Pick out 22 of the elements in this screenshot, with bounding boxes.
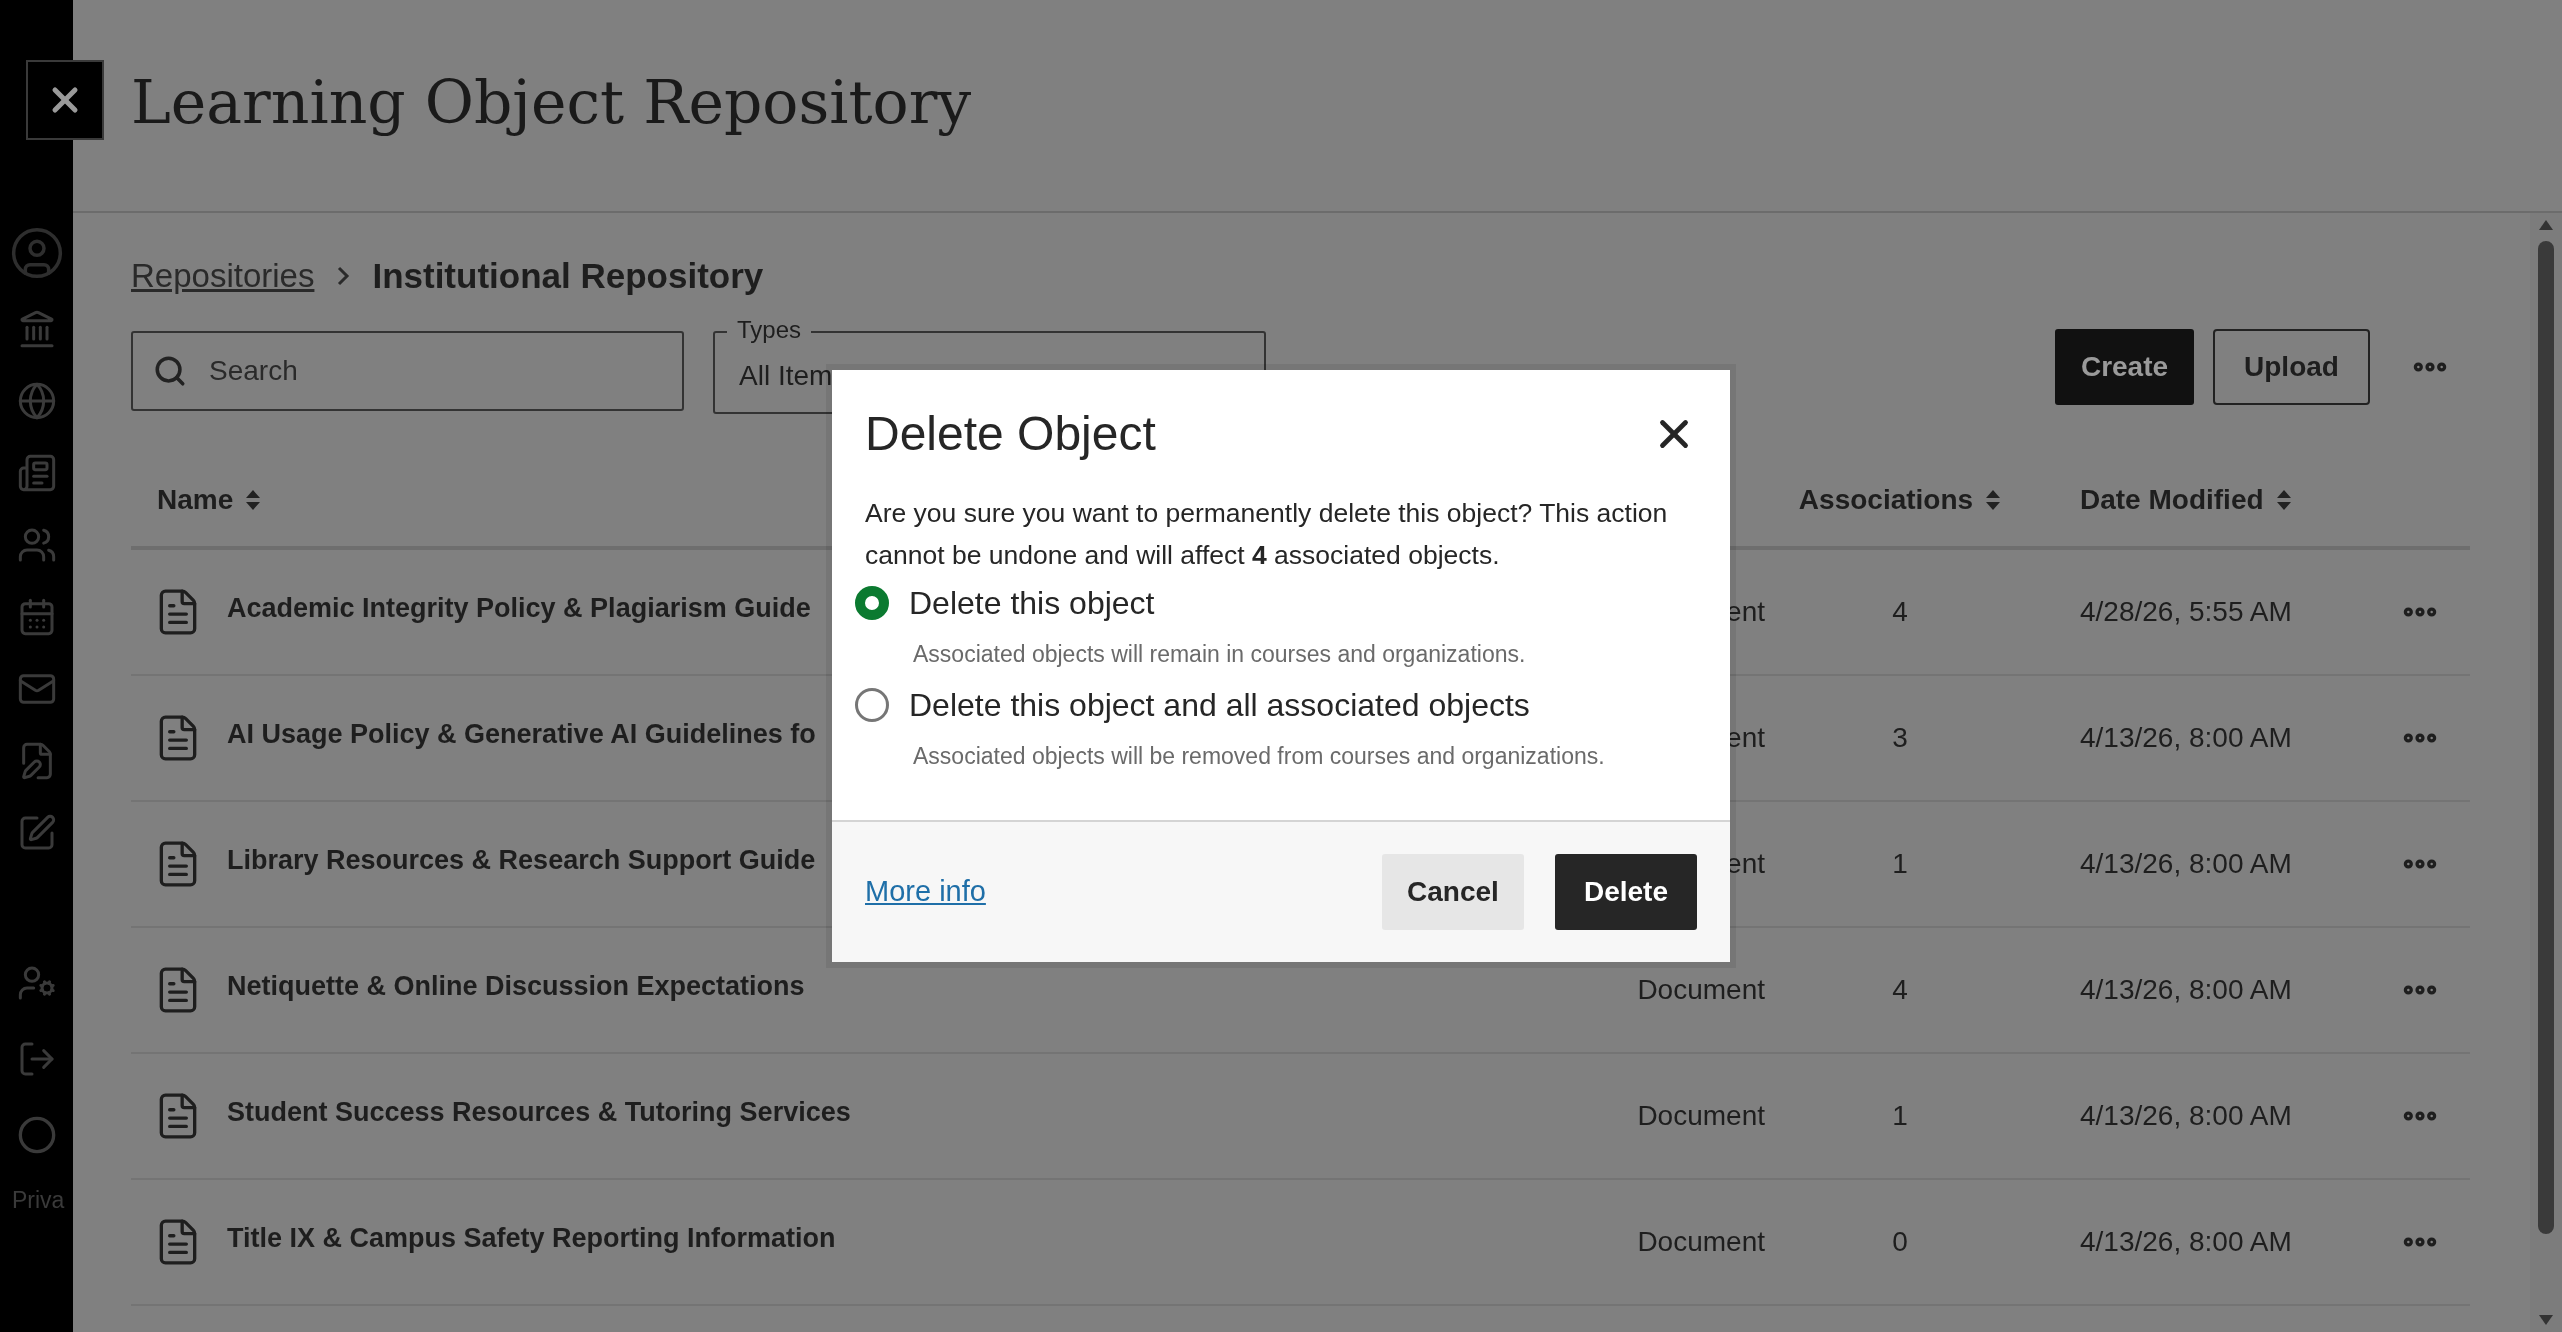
dialog-title: Delete Object — [865, 406, 1156, 462]
option-description: Associated objects will remain in courses and organizations. — [913, 639, 1527, 669]
associations-cell-text: 4 — [1891, 595, 1909, 629]
types-value: All Item — [739, 358, 833, 393]
type-cell-text: Document — [1636, 1099, 1765, 1133]
dialog-message: Are you sure you want to permanently delete this object? This action cannot be undone and will affect 4 associated objects. — [865, 497, 1669, 572]
associations-cell-text: 1 — [1891, 847, 1909, 881]
type-cell-text: Document — [1636, 973, 1765, 1007]
date-cell-text: 4/13/26, 8:00 AM — [2079, 847, 2293, 881]
date-cell-text: 4/13/26, 8:00 AM — [2079, 1099, 2293, 1133]
date-cell-text: 4/28/26, 5:55 AM — [2079, 595, 2293, 629]
associations-cell-text: 0 — [1891, 1225, 1909, 1259]
option-description: Associated objects will be removed from courses and organizations. — [913, 741, 1606, 771]
breadcrumb-current: Institutional Repository — [372, 254, 764, 297]
page-title: Learning Object Repository — [131, 65, 972, 139]
associations-cell-text: 3 — [1891, 721, 1909, 755]
date-cell-text: 4/13/26, 8:00 AM — [2079, 721, 2293, 755]
associations-cell-text: 4 — [1891, 973, 1909, 1007]
date-cell-text: 4/13/26, 8:00 AM — [2079, 1225, 2293, 1259]
type-cell-text: Document — [1636, 1225, 1765, 1259]
associations-cell-text: 1 — [1891, 1099, 1909, 1133]
date-cell-text: 4/13/26, 8:00 AM — [2079, 973, 2293, 1007]
